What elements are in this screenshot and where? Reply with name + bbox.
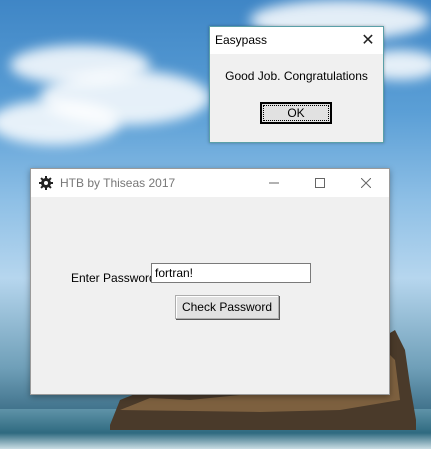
window-titlebar[interactable]: HTB by Thiseas 2017: [31, 169, 389, 197]
window-title: HTB by Thiseas 2017: [60, 176, 176, 190]
maximize-icon[interactable]: [297, 169, 343, 197]
htb-main-window: HTB by Thiseas 2017 Enter Password Check…: [30, 168, 390, 395]
ok-button-label: OK: [263, 105, 329, 121]
ok-button[interactable]: OK: [260, 102, 332, 124]
easypass-dialog: Easypass ✕ Good Job. Congratulations OK: [209, 26, 384, 143]
dialog-title: Easypass: [215, 33, 268, 47]
check-password-button[interactable]: Check Password: [175, 295, 279, 319]
password-input[interactable]: [151, 263, 311, 283]
password-label: Enter Password: [71, 271, 156, 285]
dialog-titlebar[interactable]: Easypass ✕: [210, 27, 383, 54]
app-gear-icon: [39, 176, 53, 190]
close-icon[interactable]: [343, 169, 389, 197]
cloud: [0, 100, 120, 145]
dialog-message: Good Job. Congratulations: [225, 69, 368, 83]
minimize-icon[interactable]: [251, 169, 297, 197]
close-icon[interactable]: ✕: [353, 27, 383, 54]
